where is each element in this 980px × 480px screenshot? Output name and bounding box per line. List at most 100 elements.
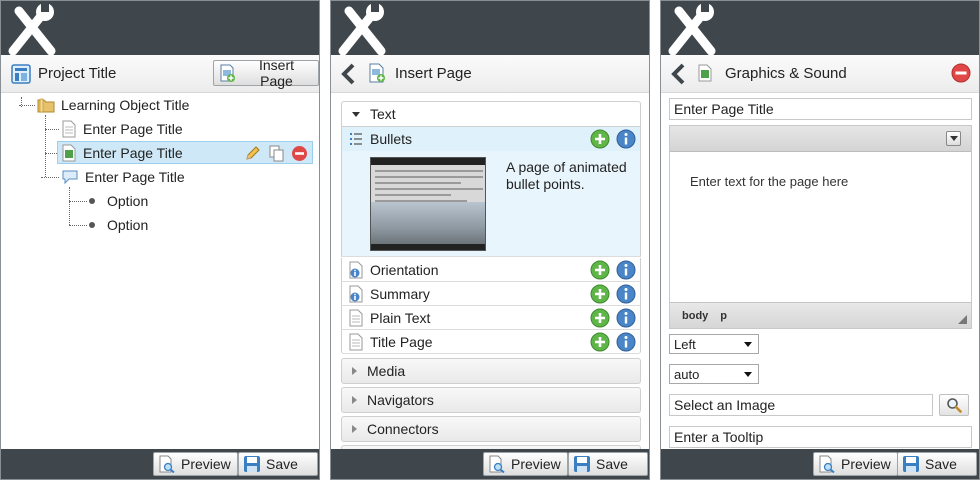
- info-page-icon: [349, 285, 363, 302]
- speech-bubble-icon: [62, 170, 78, 184]
- tree-option-label: Option: [107, 216, 149, 233]
- path-p[interactable]: p: [720, 310, 727, 322]
- chevron-down-icon: [949, 136, 958, 141]
- tree-root[interactable]: Learning Object Title: [37, 93, 189, 116]
- preview-label: Preview: [181, 456, 231, 472]
- project-panel: Project Title Insert Page Learning Objec…: [0, 0, 320, 480]
- rich-text-editor[interactable]: Enter text for the page here body p: [669, 125, 972, 329]
- duplicate-icon[interactable]: [268, 145, 285, 162]
- add-icon[interactable]: [590, 260, 610, 280]
- add-icon[interactable]: [590, 284, 610, 304]
- tree-page-item[interactable]: Enter Page Title: [61, 117, 183, 140]
- insert-page-icon: [220, 64, 235, 82]
- xerte-logo-icon: [338, 3, 386, 55]
- image-field[interactable]: Select an Image: [669, 394, 933, 416]
- preview-label: Preview: [841, 456, 891, 472]
- resize-grip-icon[interactable]: [958, 315, 967, 324]
- page-type-label: Summary: [370, 285, 430, 302]
- editor-status-path: body p: [670, 302, 971, 328]
- preview-button[interactable]: Preview: [483, 452, 568, 476]
- delete-icon[interactable]: [951, 63, 971, 83]
- category-label: Connectors: [367, 421, 439, 437]
- bullets-preview: A page of animated bullet points.: [341, 151, 641, 257]
- add-icon[interactable]: [590, 308, 610, 328]
- add-icon[interactable]: [590, 332, 610, 352]
- browse-image-button[interactable]: [939, 394, 969, 416]
- delete-icon[interactable]: [291, 145, 308, 162]
- category-label: Navigators: [367, 392, 434, 408]
- tree-page-label: Enter Page Title: [83, 144, 183, 161]
- page-type-plain-text[interactable]: Plain Text: [341, 306, 641, 330]
- tree-connector: [69, 201, 87, 202]
- top-bar: [1, 1, 319, 55]
- tree-page-label: Enter Page Title: [83, 120, 183, 137]
- insert-page-button[interactable]: Insert Page: [213, 57, 319, 89]
- page-type-label: Plain Text: [370, 309, 431, 326]
- category-text-header[interactable]: Text: [341, 101, 641, 127]
- info-icon[interactable]: [616, 284, 636, 304]
- save-button[interactable]: Save: [568, 452, 648, 476]
- save-label: Save: [266, 456, 298, 472]
- tree-connector: [45, 115, 46, 177]
- info-icon[interactable]: [616, 308, 636, 328]
- graphics-page-icon: [62, 144, 76, 161]
- info-icon[interactable]: [616, 260, 636, 280]
- page-type-label: Bullets: [370, 131, 413, 147]
- expanded-arrow-icon: [352, 111, 360, 117]
- preview-button[interactable]: Preview: [813, 452, 898, 476]
- tree-option-item[interactable]: Option: [89, 213, 148, 236]
- insert-page-icon: [369, 63, 385, 83]
- graphics-page-icon: [698, 64, 712, 82]
- edit-pencil-icon[interactable]: [244, 145, 261, 162]
- page-title-field[interactable]: Enter Page Title: [669, 98, 972, 120]
- alignment-select[interactable]: Left: [669, 334, 759, 354]
- insert-page-title: Insert Page: [395, 65, 472, 82]
- collapsed-arrow-icon: [352, 367, 357, 375]
- add-icon[interactable]: [590, 129, 610, 149]
- tree-page-item-selected[interactable]: Enter Page Title: [57, 141, 313, 164]
- save-button[interactable]: Save: [238, 452, 318, 476]
- page-type-bullets[interactable]: Bullets: [341, 127, 641, 151]
- path-body[interactable]: body: [682, 310, 708, 322]
- insert-page-label: Insert Page: [258, 57, 294, 89]
- category-label: Text: [370, 106, 396, 122]
- page-type-label: Orientation: [370, 261, 439, 278]
- bullets-icon: [350, 133, 362, 145]
- page-type-label: Title Page: [370, 333, 433, 350]
- tree-page-item[interactable]: Enter Page Title: [61, 165, 185, 188]
- insert-page-panel: Insert Page Text Bullets A page of anima…: [330, 0, 650, 480]
- page-icon: [62, 120, 76, 137]
- page-type-title-page[interactable]: Title Page: [341, 330, 641, 354]
- save-disk-icon: [574, 456, 590, 472]
- tree-connector: [41, 177, 59, 178]
- page-type-summary[interactable]: Summary: [341, 282, 641, 306]
- toolbar-dropdown-button[interactable]: [946, 131, 961, 146]
- category-media-header[interactable]: Media: [341, 358, 641, 384]
- preview-button[interactable]: Preview: [153, 452, 238, 476]
- tree-page-label: Enter Page Title: [85, 168, 185, 185]
- save-button[interactable]: Save: [897, 452, 977, 476]
- back-chevron-icon[interactable]: [669, 62, 687, 86]
- editor-toolbar: [670, 126, 971, 152]
- tree-option-item[interactable]: Option: [89, 189, 148, 212]
- save-label: Save: [596, 456, 628, 472]
- save-disk-icon: [903, 456, 919, 472]
- category-navigators-header[interactable]: Navigators: [341, 387, 641, 413]
- tree-connector: [45, 129, 59, 130]
- top-bar: [661, 1, 979, 55]
- project-title-bar: Project Title Insert Page: [1, 55, 319, 93]
- category-connectors-header[interactable]: Connectors: [341, 416, 641, 442]
- insert-page-title-bar: Insert Page: [331, 55, 649, 93]
- bullet-icon: [89, 221, 95, 228]
- info-page-icon: [349, 261, 363, 278]
- save-disk-icon: [244, 456, 260, 472]
- info-icon[interactable]: [616, 129, 636, 149]
- back-chevron-icon[interactable]: [339, 62, 357, 86]
- editor-placeholder: Enter text for the page here: [690, 174, 849, 189]
- tooltip-field[interactable]: Enter a Tooltip: [669, 426, 972, 448]
- size-select[interactable]: auto: [669, 364, 759, 384]
- preview-icon: [819, 455, 835, 473]
- page-type-orientation[interactable]: Orientation: [341, 258, 641, 282]
- xerte-logo-icon: [8, 3, 56, 55]
- info-icon[interactable]: [616, 332, 636, 352]
